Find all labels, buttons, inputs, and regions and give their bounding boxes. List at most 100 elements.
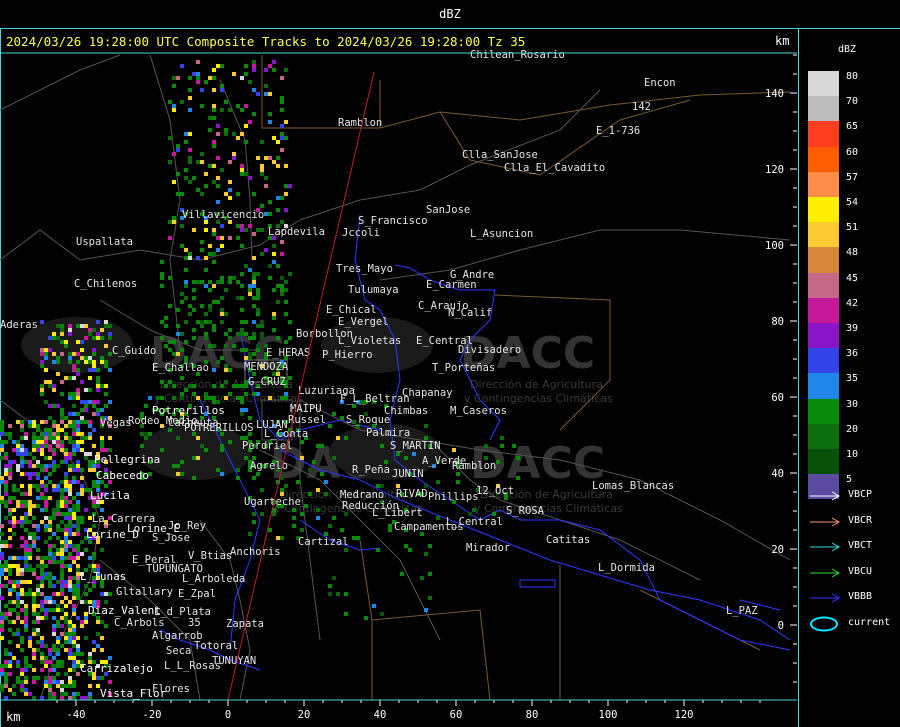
echo-pixel: [40, 452, 44, 456]
legend-track-current: current: [808, 616, 898, 632]
echo-pixel: [264, 92, 268, 96]
echo-pixel: [60, 492, 64, 496]
legend-swatch: [808, 348, 839, 374]
echo-pixel: [212, 180, 216, 184]
echo-pixel: [220, 168, 224, 172]
echo-pixel: [284, 340, 288, 344]
echo-pixel: [8, 640, 12, 644]
echo-pixel: [240, 400, 244, 404]
echo-pixel: [32, 648, 36, 652]
echo-pixel: [424, 424, 428, 428]
echo-pixel: [48, 472, 52, 476]
echo-pixel: [24, 516, 28, 520]
echo-pixel: [240, 296, 244, 300]
echo-pixel: [20, 504, 24, 508]
echo-pixel: [48, 648, 52, 652]
echo-pixel: [268, 264, 272, 268]
echo-pixel: [36, 428, 40, 432]
echo-pixel: [68, 656, 72, 660]
echo-pixel: [52, 424, 56, 428]
echo-pixel: [172, 220, 176, 224]
echo-pixel: [148, 396, 152, 400]
echo-pixel: [228, 328, 232, 332]
echo-pixel: [192, 384, 196, 388]
echo-pixel: [176, 76, 180, 80]
echo-pixel: [236, 236, 240, 240]
axis-unit-bottom: km: [6, 710, 21, 724]
echo-pixel: [48, 432, 52, 436]
echo-pixel: [8, 568, 12, 572]
echo-pixel: [72, 684, 76, 688]
echo-pixel: [284, 484, 288, 488]
echo-pixel: [68, 356, 72, 360]
echo-pixel: [48, 480, 52, 484]
echo-pixel: [336, 436, 340, 440]
echo-pixel: [4, 584, 8, 588]
echo-pixel: [72, 608, 76, 612]
echo-pixel: [56, 440, 60, 444]
echo-pixel: [44, 596, 48, 600]
echo-pixel: [32, 464, 36, 468]
echo-pixel: [84, 420, 88, 424]
echo-pixel: [88, 368, 92, 372]
echo-pixel: [60, 624, 64, 628]
echo-pixel: [76, 544, 80, 548]
echo-pixel: [256, 292, 260, 296]
echo-pixel: [260, 172, 264, 176]
echo-pixel: [20, 684, 24, 688]
echo-pixel: [0, 668, 4, 672]
echo-pixel: [72, 656, 76, 660]
echo-pixel: [80, 340, 84, 344]
echo-pixel: [256, 308, 260, 312]
echo-pixel: [48, 652, 52, 656]
echo-pixel: [20, 452, 24, 456]
echo-pixel: [72, 660, 76, 664]
echo-pixel: [108, 332, 112, 336]
echo-pixel: [100, 676, 104, 680]
echo-pixel: [8, 620, 12, 624]
echo-pixel: [36, 528, 40, 532]
echo-pixel: [4, 452, 8, 456]
echo-pixel: [24, 552, 28, 556]
echo-pixel: [144, 404, 148, 408]
echo-pixel: [64, 540, 68, 544]
echo-pixel: [300, 528, 304, 532]
echo-pixel: [332, 576, 336, 580]
echo-pixel: [52, 668, 56, 672]
place-label: T_Porteñas: [432, 362, 495, 374]
echo-pixel: [72, 584, 76, 588]
echo-pixel: [236, 476, 240, 480]
echo-pixel: [4, 440, 8, 444]
y-tick-label: 100: [765, 240, 784, 252]
echo-pixel: [0, 624, 4, 628]
echo-pixel: [20, 640, 24, 644]
echo-pixel: [88, 652, 92, 656]
echo-pixel: [4, 648, 8, 652]
echo-pixel: [256, 272, 260, 276]
legend-track-vbcu: VBCU: [808, 565, 898, 581]
echo-pixel: [76, 360, 80, 364]
echo-pixel: [20, 600, 24, 604]
echo-pixel: [48, 584, 52, 588]
echo-pixel: [56, 604, 60, 608]
echo-pixel: [24, 660, 28, 664]
echo-pixel: [208, 244, 212, 248]
echo-pixel: [68, 392, 72, 396]
echo-pixel: [56, 484, 60, 488]
echo-pixel: [236, 280, 240, 284]
echo-pixel: [24, 544, 28, 548]
echo-pixel: [72, 444, 76, 448]
echo-pixel: [184, 284, 188, 288]
echo-pixel: [64, 524, 68, 528]
echo-pixel: [24, 616, 28, 620]
echo-pixel: [64, 532, 68, 536]
echo-pixel: [60, 688, 64, 692]
echo-pixel: [4, 576, 8, 580]
echo-pixel: [80, 348, 84, 352]
echo-pixel: [240, 308, 244, 312]
echo-pixel: [28, 464, 32, 468]
radar-map[interactable]: DACCDirección de Agriculturay Contingenc…: [0, 0, 797, 727]
echo-pixel: [184, 140, 188, 144]
echo-pixel: [16, 520, 20, 524]
echo-pixel: [316, 444, 320, 448]
